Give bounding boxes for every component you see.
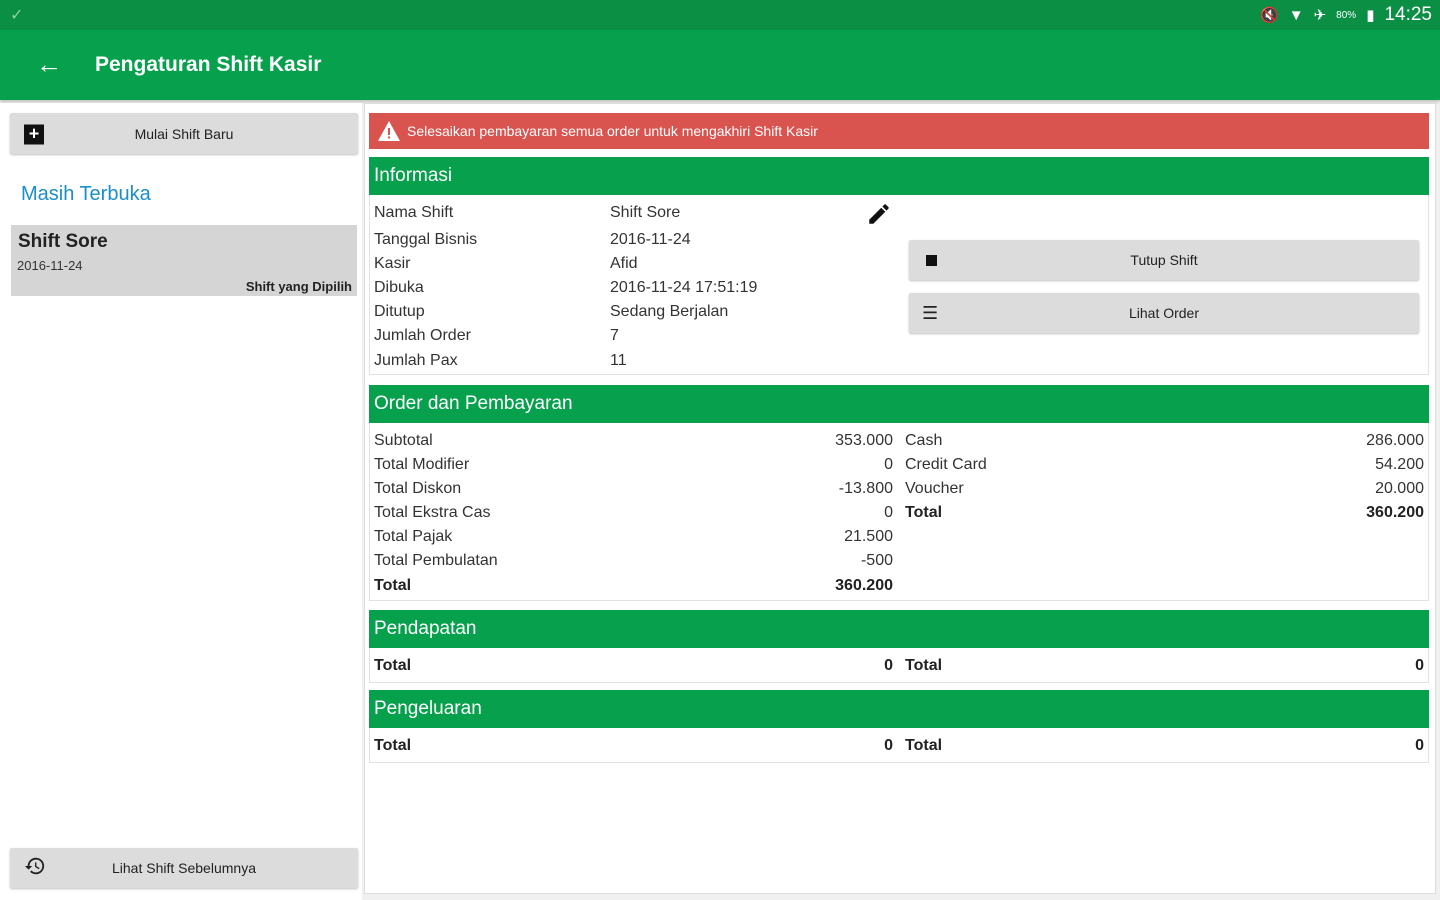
unpaid-orders-alert: Selesaikan pembayaran semua order untuk … (369, 113, 1429, 149)
info-label: Nama Shift (374, 204, 454, 221)
close-shift-button[interactable]: Tutup Shift (909, 240, 1419, 280)
order-value: 21.500 (844, 528, 893, 545)
info-value: Shift Sore (610, 204, 681, 221)
info-label: Dibuka (374, 279, 424, 296)
payment-value: 54.200 (1375, 456, 1424, 473)
previous-shifts-label: Lihat Shift Sebelumnya (112, 860, 256, 876)
airplane-mode-icon: ✈ (1313, 7, 1327, 24)
info-label: Ditutup (374, 303, 425, 320)
shift-name: Shift Sore (18, 231, 108, 252)
edit-shift-name-icon[interactable] (866, 201, 892, 227)
info-value: 11 (610, 352, 627, 369)
pendapatan-total-label: Total (374, 657, 412, 674)
order-total-label: Total (374, 577, 412, 594)
informasi-card (369, 195, 1429, 375)
selected-shift-label: Shift yang Dipilih (245, 279, 352, 294)
pendapatan-total-label: Total (905, 657, 943, 674)
battery-percent: 80% (1336, 9, 1357, 21)
order-value: 0 (884, 504, 893, 521)
info-label: Kasir (374, 255, 411, 272)
payment-value: 286.000 (1366, 432, 1424, 449)
info-label: Tanggal Bisnis (374, 231, 478, 248)
order-label: Total Pembulatan (374, 552, 498, 569)
pengeluaran-total-label: Total (905, 737, 943, 754)
clock: 14:25 (1384, 4, 1432, 25)
view-orders-button[interactable]: ☰ Lihat Order (909, 293, 1419, 333)
pengeluaran-total-value: 0 (884, 737, 893, 754)
battery-icon: ▮ (1366, 7, 1375, 24)
payment-label: Voucher (905, 480, 964, 497)
order-label: Subtotal (374, 432, 433, 449)
shift-list-item[interactable]: Shift Sore 2016-11-24 Shift yang Dipilih (11, 225, 357, 296)
app-notification-icon: ✓ (10, 7, 24, 24)
pengeluaran-total-value: 0 (1415, 737, 1424, 754)
info-value: 2016-11-24 (610, 231, 691, 248)
info-label: Jumlah Pax (374, 352, 458, 369)
close-shift-label: Tutup Shift (1130, 252, 1198, 268)
order-value: 0 (884, 456, 893, 473)
alert-text: Selesaikan pembayaran semua order untuk … (407, 123, 818, 139)
pendapatan-total-value: 0 (1415, 657, 1424, 674)
info-value: Sedang Berjalan (610, 303, 729, 320)
order-label: Total Modifier (374, 456, 470, 473)
mute-icon: 🔇 (1260, 7, 1279, 24)
pengeluaran-total-label: Total (374, 737, 412, 754)
info-label: Jumlah Order (374, 327, 471, 344)
order-total-value: 360.200 (835, 577, 893, 594)
payment-label: Cash (905, 432, 943, 449)
order-value: 353.000 (835, 432, 893, 449)
info-value: Afid (610, 255, 638, 272)
app-bar: ← Pengaturan Shift Kasir (0, 30, 1440, 100)
new-shift-label: Mulai Shift Baru (134, 125, 234, 142)
page-title: Pengaturan Shift Kasir (95, 53, 322, 76)
open-shifts-heading: Masih Terbuka (21, 183, 151, 205)
pendapatan-total-value: 0 (884, 657, 893, 674)
payment-value: 20.000 (1375, 480, 1424, 497)
order-label: Total Pajak (374, 528, 453, 545)
payment-total-value: 360.200 (1366, 504, 1424, 521)
shift-date: 2016-11-24 (17, 258, 83, 273)
shift-sidebar: + Mulai Shift Baru Masih Terbuka Shift S… (0, 103, 362, 900)
status-icons: 🔇 ▼ ✈ 80% ▮ 14:25 (1260, 4, 1432, 26)
new-shift-button[interactable]: + Mulai Shift Baru (10, 113, 358, 154)
order-label: Total Ekstra Cas (374, 504, 491, 521)
pengeluaran-header: Pengeluaran (369, 690, 1429, 728)
order-value: -500 (860, 552, 893, 569)
pendapatan-header: Pendapatan (369, 610, 1429, 648)
warning-icon (378, 121, 400, 141)
info-value: 7 (610, 327, 619, 344)
info-value: 2016-11-24 17:51:19 (610, 279, 758, 296)
order-value: -13.800 (838, 480, 893, 497)
view-orders-label: Lihat Order (1128, 305, 1200, 321)
informasi-header: Informasi (369, 157, 1429, 195)
order-payment-header: Order dan Pembayaran (369, 385, 1429, 423)
payment-label: Credit Card (905, 456, 987, 473)
payment-total-label: Total (905, 504, 943, 521)
previous-shifts-button[interactable]: Lihat Shift Sebelumnya (10, 848, 358, 888)
status-bar: ✓ 🔇 ▼ ✈ 80% ▮ 14:25 (0, 0, 1440, 30)
back-arrow-icon[interactable]: ← (36, 49, 62, 79)
wifi-icon: ▼ (1288, 6, 1304, 24)
order-label: Total Diskon (374, 480, 462, 497)
